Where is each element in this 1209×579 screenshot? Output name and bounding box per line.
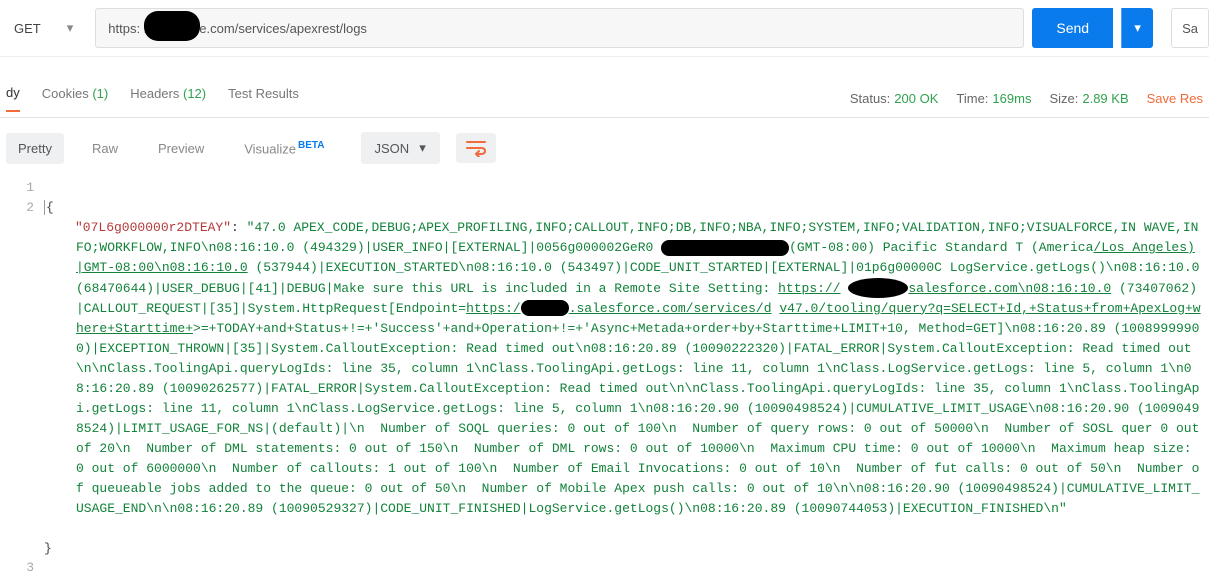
- json-brace: }: [44, 541, 52, 556]
- format-value: JSON: [375, 141, 410, 156]
- tab-cookies[interactable]: Cookies (1): [42, 86, 108, 111]
- size-value: 2.89 KB: [1082, 91, 1128, 106]
- response-body: 1 2 3 { "07L6g000000r2DTEAY": "47.0 APEX…: [0, 178, 1209, 578]
- wrap-icon: [466, 139, 486, 157]
- send-button-label: Send: [1056, 20, 1089, 36]
- save-button[interactable]: Sa: [1171, 8, 1209, 48]
- chevron-down-icon: ▾: [67, 20, 74, 36]
- line-number: 1: [0, 178, 34, 198]
- view-pretty[interactable]: Pretty: [6, 133, 64, 164]
- redacted-block: [661, 240, 789, 256]
- tab-headers-count: (12): [183, 86, 206, 101]
- view-visualize[interactable]: VisualizeBETA: [232, 132, 336, 164]
- wrap-lines-button[interactable]: [456, 133, 496, 163]
- save-button-label: Sa: [1182, 21, 1198, 36]
- save-response-button[interactable]: Save Res: [1147, 91, 1203, 106]
- redacted-block: [848, 278, 908, 298]
- request-bar: GET ▾ https: .salesforce.com/services/ap…: [0, 0, 1209, 57]
- json-brace: {: [44, 200, 54, 215]
- response-view-toolbar: Pretty Raw Preview VisualizeBETA JSON ▾: [0, 118, 1209, 178]
- line-number: 2: [0, 198, 34, 218]
- line-number: 3: [0, 558, 34, 578]
- view-visualize-label: Visualize: [244, 141, 296, 156]
- tab-cookies-count: (1): [92, 86, 108, 101]
- response-tabs: dy Cookies (1) Headers (12) Test Results…: [0, 79, 1209, 118]
- size-label: Size:2.89 KB: [1049, 91, 1128, 106]
- json-string: "47.0 APEX_CODE,DEBUG;APEX_PROFILING,INF…: [76, 220, 1207, 515]
- http-method-value: GET: [14, 21, 41, 36]
- time-value: 169ms: [992, 91, 1031, 106]
- beta-badge: BETA: [298, 140, 324, 151]
- view-preview[interactable]: Preview: [146, 133, 216, 164]
- redacted-block: [521, 300, 569, 316]
- redacted-block: [144, 11, 200, 41]
- tab-headers[interactable]: Headers (12): [130, 86, 206, 111]
- send-dropdown[interactable]: ▾: [1121, 8, 1153, 48]
- line-gutter: 1 2 3: [0, 178, 44, 578]
- chevron-down-icon: ▾: [419, 140, 426, 156]
- chevron-down-icon: ▾: [1134, 20, 1141, 36]
- send-button[interactable]: Send: [1032, 8, 1113, 48]
- tab-test-results[interactable]: Test Results: [228, 86, 299, 111]
- time-label: Time:169ms: [956, 91, 1031, 106]
- tab-cookies-label: Cookies: [42, 86, 89, 101]
- tab-body[interactable]: dy: [6, 85, 20, 112]
- url-input[interactable]: https: .salesforce.com/services/apexrest…: [95, 8, 1024, 48]
- format-select[interactable]: JSON ▾: [361, 132, 440, 164]
- code-content[interactable]: { "07L6g000000r2DTEAY": "47.0 APEX_CODE,…: [44, 178, 1209, 578]
- view-raw[interactable]: Raw: [80, 133, 130, 164]
- status-value: 200 OK: [894, 91, 938, 106]
- http-method-select[interactable]: GET ▾: [0, 8, 87, 48]
- status-label: Status:200 OK: [850, 91, 939, 106]
- tab-headers-label: Headers: [130, 86, 179, 101]
- json-key: "07L6g000000r2DTEAY": [75, 220, 231, 235]
